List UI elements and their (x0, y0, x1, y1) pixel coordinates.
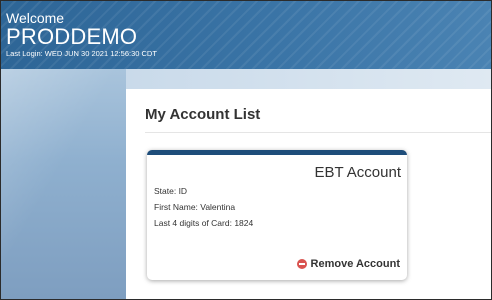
username: PRODDEMO (6, 24, 138, 49)
remove-account-label: Remove Account (310, 258, 400, 270)
account-card-title: EBT Account (314, 164, 401, 181)
page-title: My Account List (145, 106, 261, 123)
title-divider (145, 132, 491, 133)
sidebar-panel (1, 69, 126, 299)
account-first-name: First Name: Valentina (154, 202, 236, 212)
main-content: My Account List EBT Account State: ID Fi… (126, 89, 491, 299)
minus-circle-icon (296, 259, 307, 269)
content-top-band (126, 69, 491, 89)
remove-account-button[interactable]: Remove Account (296, 258, 400, 270)
account-card: EBT Account State: ID First Name: Valent… (147, 150, 407, 280)
last-login-text: Last Login: WED JUN 30 2021 12:56:30 CDT (6, 49, 157, 58)
app-frame: Welcome PRODDEMO Last Login: WED JUN 30 … (0, 0, 492, 300)
header-banner: Welcome PRODDEMO Last Login: WED JUN 30 … (1, 1, 491, 69)
account-card-digits: Last 4 digits of Card: 1824 (154, 218, 254, 228)
account-state: State: ID (154, 186, 188, 196)
